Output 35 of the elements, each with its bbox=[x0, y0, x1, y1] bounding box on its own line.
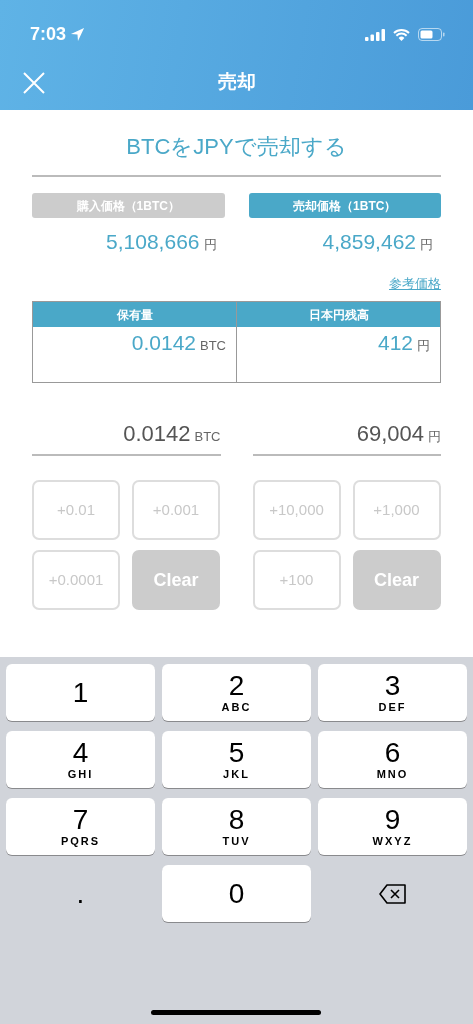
currency-unit: 円 bbox=[428, 428, 441, 446]
keypad-key[interactable]: 0 bbox=[162, 865, 311, 922]
balance-value: 0.0142 bbox=[131, 330, 196, 356]
signal-icon bbox=[365, 28, 385, 41]
keypad-key[interactable]: 4 GHI bbox=[6, 731, 155, 788]
currency-unit: 円 bbox=[420, 236, 433, 254]
keypad-key[interactable]: 2 ABC bbox=[162, 664, 311, 721]
currency-unit: BTC bbox=[194, 428, 221, 446]
page-heading: BTCをJPYで売却する bbox=[32, 130, 441, 177]
wifi-icon bbox=[393, 28, 410, 41]
column-header: 保有量 bbox=[33, 302, 236, 327]
column-header: 日本円残高 bbox=[237, 302, 440, 327]
keypad-key[interactable]: 3 DEF bbox=[318, 664, 467, 721]
amount-value: 0.0142 bbox=[123, 420, 191, 448]
keypad-key[interactable]: 9 WXYZ bbox=[318, 798, 467, 855]
backspace-icon[interactable] bbox=[378, 881, 407, 906]
keypad-key[interactable]: 6 MNO bbox=[318, 731, 467, 788]
keypad-key[interactable]: . bbox=[6, 865, 155, 922]
currency-unit: 円 bbox=[203, 236, 217, 254]
keypad-key[interactable]: 1 bbox=[6, 664, 155, 721]
battery-icon bbox=[418, 28, 445, 41]
location-arrow-icon bbox=[70, 27, 86, 42]
balance-value: 412 bbox=[377, 330, 413, 356]
keypad-key[interactable]: 7 PQRS bbox=[6, 798, 155, 855]
price-value: 4,859,462 bbox=[322, 229, 416, 255]
price-value: 5,108,666 bbox=[106, 229, 200, 255]
keypad-key[interactable]: 8 TUV bbox=[162, 798, 311, 855]
amount-value: 69,004 bbox=[356, 420, 424, 448]
screen-title: 売却 bbox=[217, 71, 256, 93]
amount-field[interactable]: 69,004 円 bbox=[252, 417, 441, 456]
amount-field[interactable]: 0.0142 BTC bbox=[32, 417, 221, 456]
currency-unit: BTC bbox=[200, 337, 226, 355]
keypad-key[interactable]: 5 JKL bbox=[162, 731, 311, 788]
currency-unit: 円 bbox=[417, 337, 430, 355]
status-time: 7:03 bbox=[30, 23, 67, 46]
